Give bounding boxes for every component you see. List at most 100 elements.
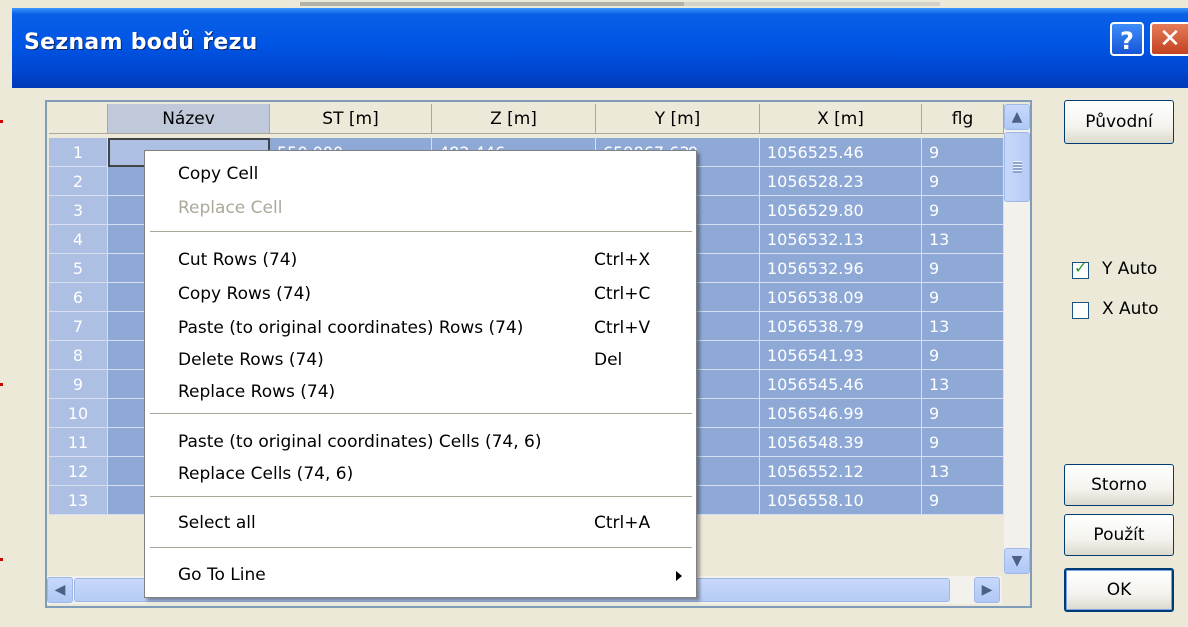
menu-shortcut: Ctrl+V	[594, 318, 651, 338]
grid-cell[interactable]: 13	[922, 312, 1004, 341]
menu-item-cut-rows[interactable]: Cut Rows (74) Ctrl+X	[145, 243, 696, 277]
grid-corner-header[interactable]	[49, 104, 108, 134]
column-header[interactable]: Z [m]	[432, 104, 596, 134]
menu-shortcut: Ctrl+C	[594, 284, 651, 304]
menu-item-label: Copy Cell	[178, 164, 259, 184]
grid-cell[interactable]: 13	[922, 225, 1004, 254]
grid-cell[interactable]: 1056538.09	[760, 283, 922, 312]
column-header[interactable]: flg	[922, 104, 1004, 134]
menu-item-label: Go To Line	[178, 565, 266, 585]
grid-cell[interactable]: 1056548.39	[760, 428, 922, 457]
y-auto-checkbox[interactable]: ✓	[1072, 258, 1089, 279]
row-header[interactable]: 4	[49, 225, 108, 254]
edge-mark	[0, 383, 3, 386]
x-auto-label[interactable]: X Auto	[1102, 299, 1159, 319]
grid-cell[interactable]: 1056538.79	[760, 312, 922, 341]
menu-item-label: Copy Rows (74)	[178, 284, 312, 304]
vertical-scroll-thumb[interactable]	[1004, 132, 1030, 202]
row-header[interactable]: 10	[49, 399, 108, 428]
close-button[interactable]: ✕	[1150, 22, 1188, 56]
scroll-down-button[interactable]: ▼	[1004, 548, 1030, 574]
menu-item-paste-cells[interactable]: Paste (to original coordinates) Cells (7…	[145, 425, 696, 459]
grid-cell[interactable]: 9	[922, 167, 1004, 196]
title-bar[interactable]: Seznam bodů řezu	[12, 0, 1188, 88]
grid-cell[interactable]: 9	[922, 341, 1004, 370]
pouzit-button[interactable]: Použít	[1064, 514, 1174, 556]
row-header[interactable]: 2	[49, 167, 108, 196]
menu-shortcut: Ctrl+X	[594, 250, 651, 270]
menu-item-label: Replace Rows (74)	[178, 382, 336, 402]
menu-item-delete-rows[interactable]: Delete Rows (74) Del	[145, 343, 696, 377]
menu-separator	[150, 547, 692, 549]
grid-cell[interactable]: 1056529.80	[760, 196, 922, 225]
menu-separator	[150, 496, 692, 498]
grid-cell[interactable]: 1056545.46	[760, 370, 922, 399]
grid-cell[interactable]: 1056541.93	[760, 341, 922, 370]
y-auto-label[interactable]: Y Auto	[1102, 259, 1157, 279]
grid-cell[interactable]: 9	[922, 283, 1004, 312]
menu-item-replace-cells[interactable]: Replace Cells (74, 6)	[145, 457, 696, 491]
scroll-left-button[interactable]: ◀	[47, 577, 73, 603]
grid-cell[interactable]: 1056525.46	[760, 138, 922, 167]
grid-cell[interactable]: 13	[922, 457, 1004, 486]
puvodni-button[interactable]: Původní	[1064, 100, 1174, 144]
menu-shortcut: Del	[594, 350, 623, 370]
row-header[interactable]: 12	[49, 457, 108, 486]
context-menu: Copy Cell Replace Cell Cut Rows (74) Ctrl…	[144, 150, 697, 598]
menu-item-replace-cell: Replace Cell	[145, 191, 696, 225]
row-header[interactable]: 5	[49, 254, 108, 283]
grid-cell[interactable]: 13	[922, 370, 1004, 399]
row-header[interactable]: 7	[49, 312, 108, 341]
grid-cell[interactable]: 1056532.13	[760, 225, 922, 254]
menu-item-go-to-line[interactable]: Go To Line	[145, 558, 696, 592]
row-header[interactable]: 9	[49, 370, 108, 399]
grid-cell[interactable]: 1056528.23	[760, 167, 922, 196]
ok-button[interactable]: OK	[1064, 568, 1174, 612]
scroll-right-button[interactable]: ▶	[974, 577, 1000, 603]
edge-mark	[0, 558, 3, 561]
menu-item-paste-rows[interactable]: Paste (to original coordinates) Rows (74…	[145, 311, 696, 345]
menu-item-label: Select all	[178, 513, 256, 533]
row-header[interactable]: 13	[49, 486, 108, 515]
edge-mark	[0, 120, 3, 123]
grid-cell[interactable]: 1056532.96	[760, 254, 922, 283]
column-header[interactable]: ST [m]	[270, 104, 432, 134]
grid-cell[interactable]: 1056546.99	[760, 399, 922, 428]
menu-item-copy-rows[interactable]: Copy Rows (74) Ctrl+C	[145, 277, 696, 311]
window-left-edge	[0, 88, 15, 627]
menu-shortcut: Ctrl+A	[594, 513, 651, 533]
column-header[interactable]: Y [m]	[596, 104, 760, 134]
menu-item-label: Replace Cell	[178, 198, 283, 218]
column-header[interactable]: X [m]	[760, 104, 922, 134]
menu-item-label: Cut Rows (74)	[178, 250, 298, 270]
column-header[interactable]: Název	[108, 104, 270, 134]
grid-cell[interactable]: 9	[922, 196, 1004, 225]
menu-item-copy-cell[interactable]: Copy Cell	[145, 157, 696, 191]
row-header[interactable]: 6	[49, 283, 108, 312]
checkmark-icon: ✓	[1074, 258, 1088, 277]
grid-cell[interactable]: 1056552.12	[760, 457, 922, 486]
row-header[interactable]: 3	[49, 196, 108, 225]
row-header[interactable]: 1	[49, 138, 108, 167]
grid-cell[interactable]: 9	[922, 486, 1004, 515]
menu-item-replace-rows[interactable]: Replace Rows (74)	[145, 375, 696, 409]
grid-cell[interactable]: 9	[922, 254, 1004, 283]
menu-separator	[150, 413, 692, 415]
help-button[interactable]: ?	[1110, 22, 1144, 56]
menu-item-select-all[interactable]: Select all Ctrl+A	[145, 506, 696, 540]
submenu-arrow-icon	[676, 571, 682, 581]
grid-cell[interactable]: 9	[922, 138, 1004, 167]
grip-icon	[1013, 161, 1022, 173]
menu-item-label: Paste (to original coordinates) Rows (74…	[178, 318, 524, 338]
grid-cell[interactable]: 9	[922, 399, 1004, 428]
grid-cell[interactable]: 1056558.10	[760, 486, 922, 515]
dialog-window: Seznam bodů řezu ? ✕ Název ST [m] Z [m] Y […	[0, 0, 1188, 627]
scroll-up-button[interactable]: ▲	[1004, 104, 1030, 130]
row-header[interactable]: 8	[49, 341, 108, 370]
grid-cell[interactable]: 9	[922, 428, 1004, 457]
storno-button[interactable]: Storno	[1064, 464, 1174, 506]
x-auto-checkbox[interactable]	[1072, 302, 1089, 319]
menu-item-label: Paste (to original coordinates) Cells (7…	[178, 432, 542, 452]
row-header[interactable]: 11	[49, 428, 108, 457]
menu-item-label: Replace Cells (74, 6)	[178, 464, 354, 484]
